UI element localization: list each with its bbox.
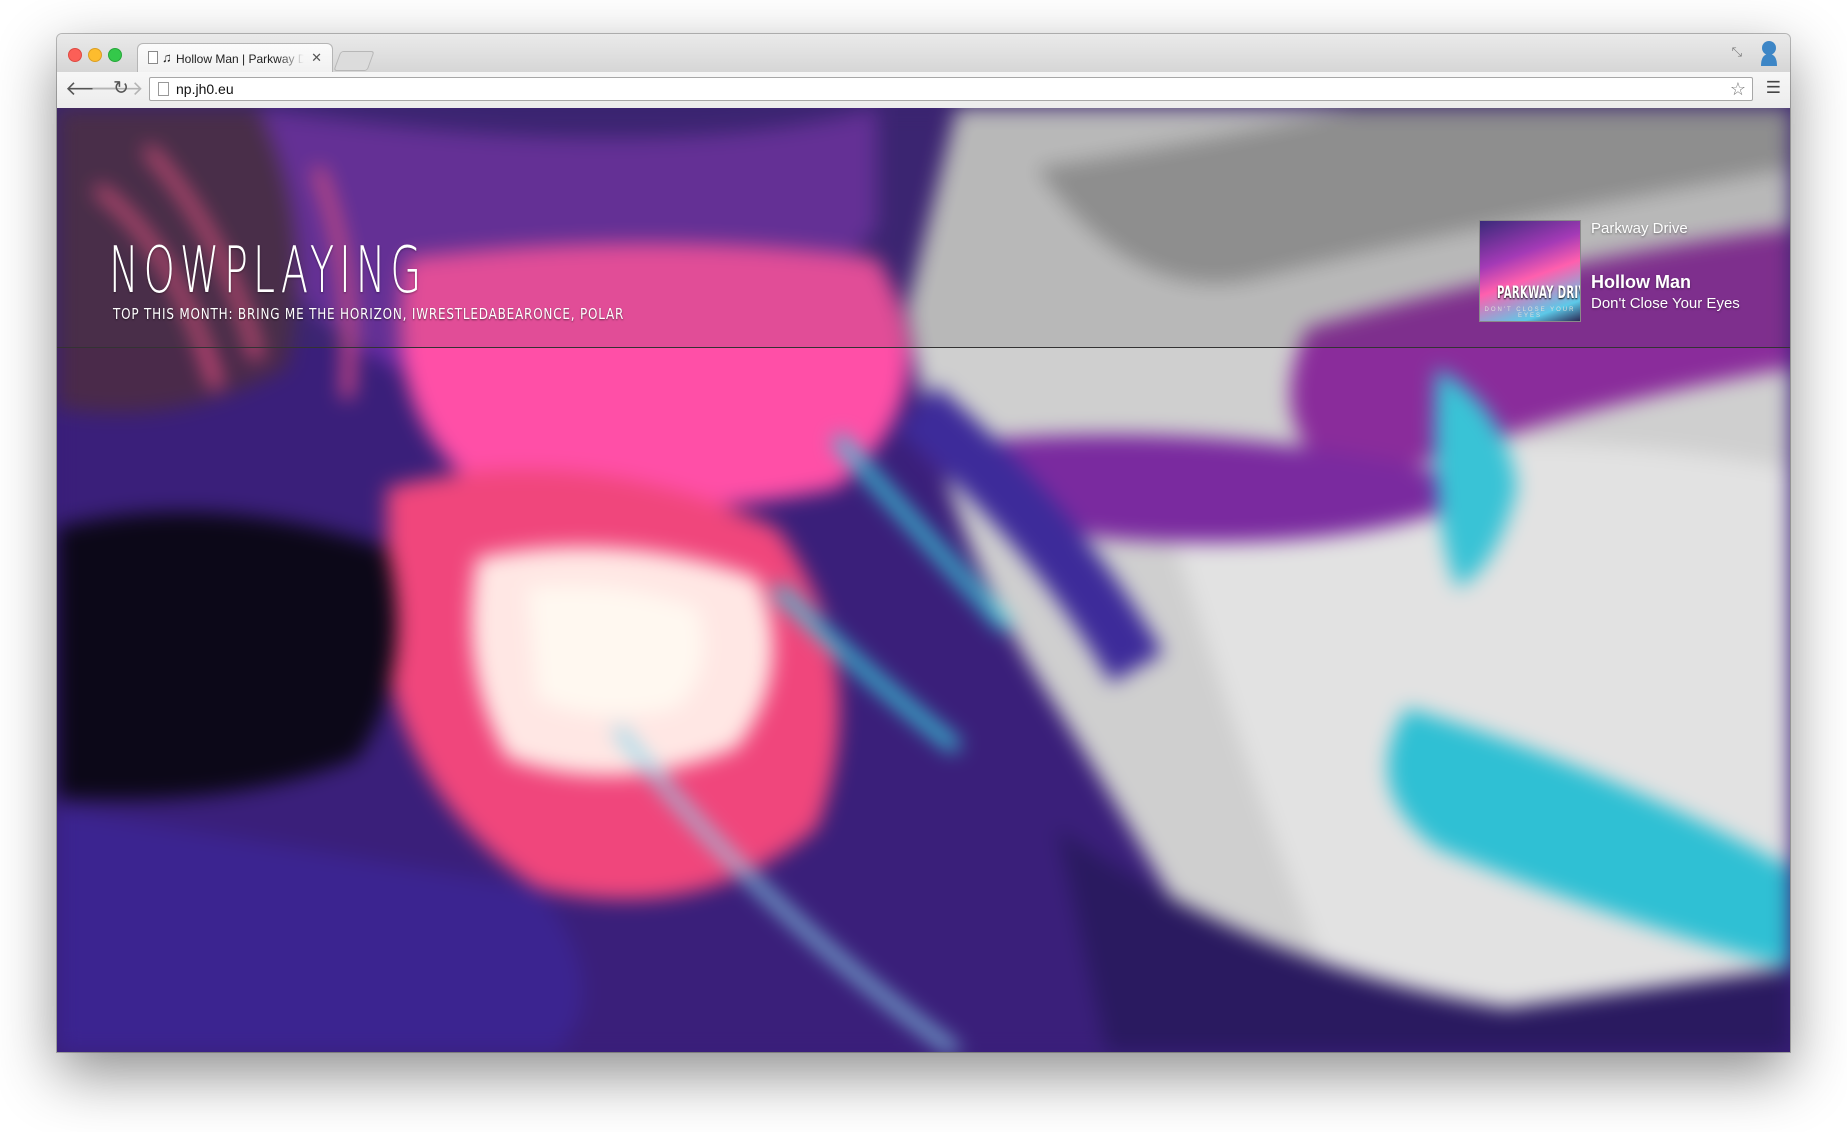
page-icon <box>158 82 169 96</box>
fullscreen-icon[interactable]: ⤡ <box>1732 44 1742 60</box>
music-note-icon: ♫ <box>162 50 172 65</box>
hamburger-menu-icon[interactable]: ☰ <box>1766 78 1781 98</box>
page-icon <box>148 51 158 64</box>
album-cover-title: PARKWAY DRIVE <box>1497 283 1580 303</box>
header-bar: NOWPLAYING TOP THIS MONTH: BRING ME THE … <box>57 108 1790 348</box>
page-content: NOWPLAYING TOP THIS MONTH: BRING ME THE … <box>57 108 1790 1052</box>
tab-title: Hollow Man | Parkway Drive <box>176 52 304 66</box>
album-cover: PARKWAY DRIVE DON'T CLOSE YOUR EYES <box>1479 220 1581 322</box>
minimize-window-button[interactable] <box>88 48 102 62</box>
browser-window: ♫ Hollow Man | Parkway Drive ✕ ⤡ 🡐 🡒 ↻ ☆… <box>57 34 1790 1052</box>
browser-toolbar: 🡐 🡒 ↻ ☆ ☰ <box>57 72 1790 109</box>
bookmark-star-icon[interactable]: ☆ <box>1730 79 1746 100</box>
address-bar[interactable]: ☆ <box>149 77 1753 101</box>
profile-avatar-icon[interactable] <box>1758 39 1780 67</box>
site-logo[interactable]: NOWPLAYING <box>109 234 426 308</box>
now-playing-artist: Parkway Drive <box>1591 220 1688 237</box>
now-playing-album: Don't Close Your Eyes <box>1591 295 1740 312</box>
reload-icon[interactable]: ↻ <box>113 77 129 101</box>
album-cover-subtitle: DON'T CLOSE YOUR EYES <box>1484 307 1576 319</box>
now-playing-track: Hollow Man <box>1591 272 1691 292</box>
tab-now-playing[interactable]: ♫ Hollow Man | Parkway Drive ✕ <box>137 43 333 72</box>
tab-close-icon[interactable]: ✕ <box>311 50 322 66</box>
zoom-window-button[interactable] <box>108 48 122 62</box>
title-bar: ♫ Hollow Man | Parkway Drive ✕ ⤡ <box>57 34 1790 72</box>
url-input[interactable] <box>176 80 1576 98</box>
close-window-button[interactable] <box>68 48 82 62</box>
new-tab-button[interactable] <box>333 51 375 71</box>
top-this-month: TOP THIS MONTH: BRING ME THE HORIZON, IW… <box>113 305 625 323</box>
